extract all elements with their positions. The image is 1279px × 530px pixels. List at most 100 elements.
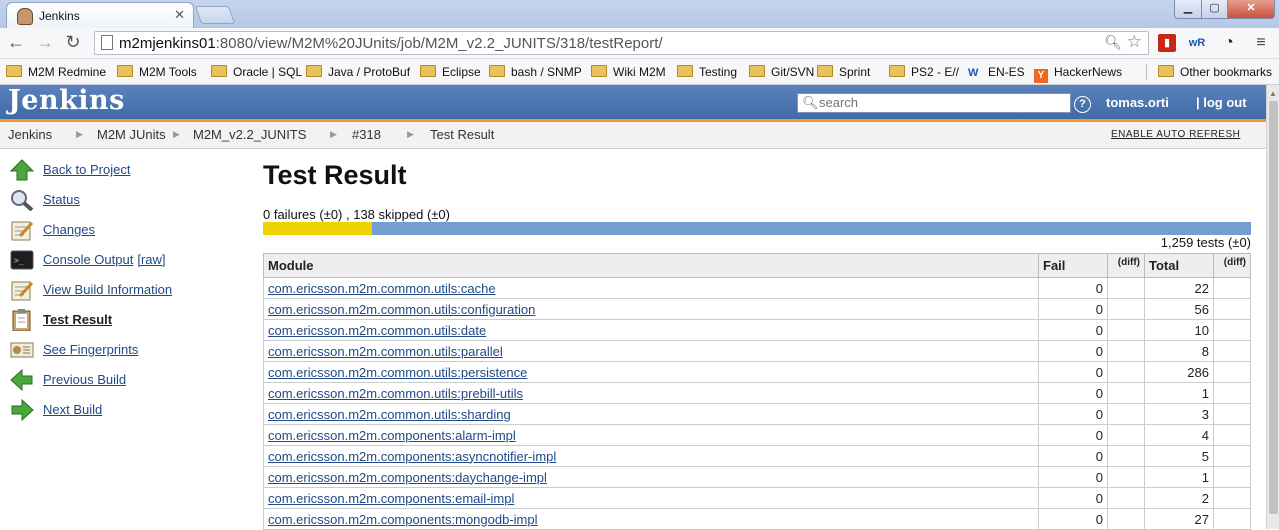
bookmark-item[interactable]: PS2 - E// — [889, 63, 959, 81]
bookmark-item[interactable]: Oracle | SQL — [211, 63, 302, 81]
module-link[interactable]: com.ericsson.m2m.components:email-impl — [268, 491, 514, 506]
bookmark-item[interactable]: Y HackerNews — [1034, 63, 1122, 83]
side-item-label[interactable]: View Build Information — [43, 282, 172, 297]
breadcrumb-build[interactable]: #318 — [352, 127, 381, 142]
bookmark-item[interactable]: M2M Tools — [117, 63, 197, 81]
scroll-up-icon[interactable]: ▲ — [1269, 89, 1277, 98]
fail-cell: 0 — [1038, 403, 1108, 425]
column-header-module[interactable]: Module — [263, 253, 1039, 278]
breadcrumb-jenkins[interactable]: Jenkins — [8, 127, 52, 142]
minimize-button[interactable]: ▁ — [1174, 0, 1202, 19]
new-tab-button[interactable] — [194, 6, 236, 24]
module-link[interactable]: com.ericsson.m2m.components:alarm-impl — [268, 428, 516, 443]
logout-link[interactable]: | log out — [1196, 95, 1247, 110]
module-cell: com.ericsson.m2m.components:email-impl — [263, 487, 1039, 509]
raw-console-link[interactable]: [raw] — [137, 252, 165, 267]
bookmark-item[interactable]: W EN-ES — [968, 63, 1025, 81]
module-link[interactable]: com.ericsson.m2m.common.utils:persistenc… — [268, 365, 527, 380]
module-link[interactable]: com.ericsson.m2m.components:daychange-im… — [268, 470, 547, 485]
bookmark-label: Oracle | SQL — [233, 65, 303, 79]
side-item-label[interactable]: Back to Project — [43, 162, 130, 177]
module-link[interactable]: com.ericsson.m2m.common.utils:prebill-ut… — [268, 386, 523, 401]
module-cell: com.ericsson.m2m.common.utils:parallel — [263, 340, 1039, 362]
close-tab-icon[interactable]: ✕ — [174, 7, 185, 23]
bookmark-item[interactable]: bash / SNMP — [489, 63, 582, 81]
fail-diff-cell — [1107, 277, 1145, 299]
side-item-label[interactable]: Previous Build — [43, 372, 126, 387]
column-header-fail[interactable]: Fail — [1038, 253, 1108, 278]
breadcrumb-arrow-icon[interactable]: ▶ — [173, 129, 180, 140]
bookmark-star-icon[interactable]: ☆ — [1127, 32, 1142, 52]
chrome-menu-icon[interactable]: ≡ — [1252, 34, 1270, 52]
search-icon: 🔍︎ — [802, 95, 819, 110]
side-item-label[interactable]: Status — [43, 192, 80, 207]
bookmark-item[interactable]: Java / ProtoBuf — [306, 63, 410, 81]
breadcrumb-arrow-icon[interactable]: ▶ — [330, 129, 337, 140]
side-item-label[interactable]: Next Build — [43, 402, 102, 417]
column-header-total[interactable]: Total — [1144, 253, 1214, 278]
bookmark-item[interactable]: Eclipse — [420, 63, 481, 81]
column-header-total-diff[interactable]: (diff) — [1213, 253, 1251, 278]
module-link[interactable]: com.ericsson.m2m.common.utils:sharding — [268, 407, 511, 422]
table-header-row: Module Fail (diff) Total (diff) — [263, 253, 1251, 278]
module-link[interactable]: com.ericsson.m2m.common.utils:cache — [268, 281, 496, 296]
right-arrow-icon — [11, 399, 34, 421]
side-item-label[interactable]: See Fingerprints — [43, 342, 138, 357]
maximize-button[interactable]: ▢ — [1201, 0, 1228, 19]
zoom-icon[interactable]: 🔍︎ — [1104, 34, 1122, 51]
total-cell: 3 — [1144, 403, 1214, 425]
reload-icon[interactable]: ↻ — [63, 32, 83, 52]
bookmark-label: bash / SNMP — [511, 65, 582, 79]
help-icon[interactable]: ? — [1074, 96, 1091, 113]
module-cell: com.ericsson.m2m.common.utils:persistenc… — [263, 361, 1039, 383]
wordreference-extension-icon[interactable]: wR — [1188, 34, 1206, 52]
url-text: m2mjenkins01:8080/view/M2M%20JUnits/job/… — [119, 35, 663, 52]
side-item-label[interactable]: Changes — [43, 222, 95, 237]
address-bar[interactable]: m2mjenkins01:8080/view/M2M%20JUnits/job/… — [94, 31, 1149, 55]
bookmark-item[interactable]: M2M Redmine — [6, 63, 106, 81]
forward-arrow-icon[interactable]: → — [35, 32, 55, 52]
table-row: com.ericsson.m2m.common.utils:sharding 0 3 — [263, 403, 1251, 425]
table-row: com.ericsson.m2m.components:mongodb-impl… — [263, 508, 1251, 530]
jenkins-logo[interactable]: Jenkins — [8, 85, 125, 116]
fail-diff-cell — [1107, 319, 1145, 341]
folder-icon — [489, 65, 505, 77]
total-cell: 1 — [1144, 466, 1214, 488]
search-box[interactable]: 🔍︎ — [797, 93, 1071, 113]
bookmark-item[interactable]: Wiki M2M — [591, 63, 666, 81]
side-item-label[interactable]: Console Output [raw] — [43, 252, 166, 267]
fail-cell: 0 — [1038, 466, 1108, 488]
pdf-extension-icon[interactable]: ▮ — [1158, 34, 1176, 52]
module-link[interactable]: com.ericsson.m2m.common.utils:date — [268, 323, 486, 338]
module-cell: com.ericsson.m2m.components:asyncnotifie… — [263, 445, 1039, 467]
side-item-label[interactable]: Test Result — [43, 312, 112, 327]
table-row: com.ericsson.m2m.components:alarm-impl 0 4 — [263, 424, 1251, 446]
fail-cell: 0 — [1038, 361, 1108, 383]
bookmark-item[interactable]: Sprint — [817, 63, 870, 81]
window-close-button[interactable]: ✕ — [1227, 0, 1275, 19]
breadcrumb-arrow-icon[interactable]: ▶ — [407, 129, 414, 140]
page-scrollbar[interactable]: ▲ — [1266, 85, 1279, 529]
bookmark-item[interactable]: Git/SVN — [749, 63, 814, 81]
browser-tab[interactable]: Jenkins ✕ — [6, 2, 194, 29]
total-diff-cell — [1213, 382, 1251, 404]
module-link[interactable]: com.ericsson.m2m.common.utils:configurat… — [268, 302, 535, 317]
back-arrow-icon[interactable]: ← — [6, 32, 26, 52]
bookmark-item[interactable]: Other bookmarks — [1158, 63, 1272, 81]
search-input[interactable] — [819, 94, 1064, 111]
breadcrumb-arrow-icon[interactable]: ▶ — [76, 129, 83, 140]
bookmark-label: Testing — [699, 65, 738, 79]
breadcrumb-job[interactable]: M2M_v2.2_JUNITS — [193, 127, 306, 142]
breadcrumb-view[interactable]: M2M JUnits — [97, 127, 166, 142]
module-cell: com.ericsson.m2m.common.utils:prebill-ut… — [263, 382, 1039, 404]
user-link[interactable]: tomas.orti — [1106, 95, 1169, 110]
clock-extension-icon[interactable]: ◔ — [1220, 34, 1238, 52]
module-link[interactable]: com.ericsson.m2m.components:asyncnotifie… — [268, 449, 556, 464]
column-header-fail-diff[interactable]: (diff) — [1107, 253, 1145, 278]
bookmark-item[interactable]: Testing — [677, 63, 737, 81]
scrollbar-thumb[interactable] — [1269, 101, 1278, 514]
module-link[interactable]: com.ericsson.m2m.common.utils:parallel — [268, 344, 503, 359]
enable-auto-refresh-link[interactable]: ENABLE AUTO REFRESH — [1111, 129, 1240, 140]
module-link[interactable]: com.ericsson.m2m.components:mongodb-impl — [268, 512, 538, 527]
module-cell: com.ericsson.m2m.components:daychange-im… — [263, 466, 1039, 488]
